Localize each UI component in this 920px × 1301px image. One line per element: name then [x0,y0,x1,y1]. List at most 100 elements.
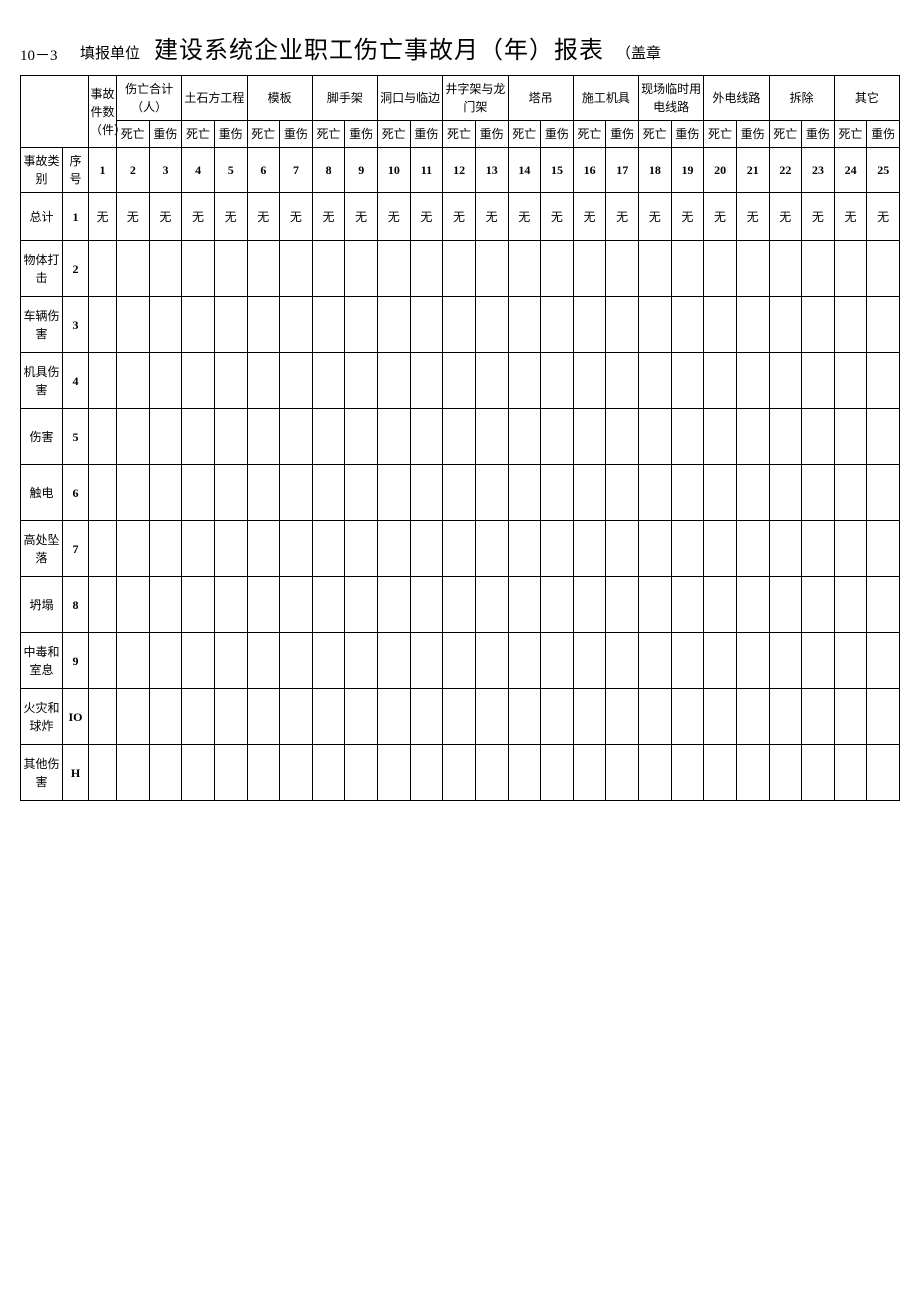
col-number-16: 16 [573,148,606,193]
cell [312,577,345,633]
cell [867,465,900,521]
cell [573,745,606,801]
row-label: 总计 [21,193,63,241]
cell [149,745,182,801]
cell [802,633,835,689]
cell [573,577,606,633]
cell [769,409,802,465]
cell [312,353,345,409]
row-label: 火灾和球炸 [21,689,63,745]
row-label: 伤害 [21,409,63,465]
row-seq: 7 [63,521,89,577]
column-sub-11-1: 重伤 [802,121,835,148]
col-number-5: 5 [214,148,247,193]
cell [834,297,867,353]
cell [117,409,150,465]
cell [867,633,900,689]
cell [541,465,574,521]
col-number-1: 1 [89,148,117,193]
cell [736,297,769,353]
cell [410,353,443,409]
cell [89,689,117,745]
cell: 无 [280,193,313,241]
cell [834,745,867,801]
cell [443,297,476,353]
cell [769,241,802,297]
cell [149,521,182,577]
cell [117,521,150,577]
cell [475,633,508,689]
cell [247,241,280,297]
table-row: 其他伤害H [21,745,900,801]
cell [639,353,672,409]
column-sub-8-1: 重伤 [606,121,639,148]
cell: 无 [508,193,541,241]
cell [671,409,704,465]
cell [736,409,769,465]
cell [769,465,802,521]
table-row: 触电6 [21,465,900,521]
row-seq: 3 [63,297,89,353]
column-sub-7-1: 重伤 [541,121,574,148]
row-seq: 8 [63,577,89,633]
cell [769,353,802,409]
column-group-11: 拆除 [769,76,834,121]
cell [671,521,704,577]
cell [573,297,606,353]
column-sub-3-0: 死亡 [247,121,280,148]
cell [378,241,411,297]
cell [89,465,117,521]
cell [280,577,313,633]
cell [312,409,345,465]
cell [541,633,574,689]
cell [443,633,476,689]
cell [117,353,150,409]
cell [149,689,182,745]
cell [671,353,704,409]
cell [606,353,639,409]
cell [606,241,639,297]
cell [475,297,508,353]
cell [280,745,313,801]
col-number-9: 9 [345,148,378,193]
column-group-0: 事故件数（件） [89,76,117,148]
cell [573,409,606,465]
cell [834,521,867,577]
cell [802,409,835,465]
cell: 无 [182,193,215,241]
row-label: 物体打击 [21,241,63,297]
cell [214,689,247,745]
cell [639,577,672,633]
cell [312,241,345,297]
col-number-3: 3 [149,148,182,193]
cell [508,521,541,577]
cell [736,353,769,409]
cell [443,241,476,297]
cell [639,521,672,577]
cell [508,689,541,745]
column-sub-6-0: 死亡 [443,121,476,148]
cell [573,353,606,409]
col-number-8: 8 [312,148,345,193]
cell: 无 [443,193,476,241]
col-number-2: 2 [117,148,150,193]
cell [214,745,247,801]
cell [182,521,215,577]
column-sub-5-1: 重伤 [410,121,443,148]
cell [149,633,182,689]
cell: 无 [541,193,574,241]
col-number-24: 24 [834,148,867,193]
cell [117,633,150,689]
cell [541,689,574,745]
cell [182,241,215,297]
cell [149,465,182,521]
cell [182,633,215,689]
cell [280,241,313,297]
column-sub-4-0: 死亡 [312,121,345,148]
cell [89,521,117,577]
cell [443,353,476,409]
cell [149,241,182,297]
cell [704,465,737,521]
cell [704,297,737,353]
page-header: 10－3 填报单位 建设系统企业职工伤亡事故月（年）报表 （盖章 [20,30,900,65]
